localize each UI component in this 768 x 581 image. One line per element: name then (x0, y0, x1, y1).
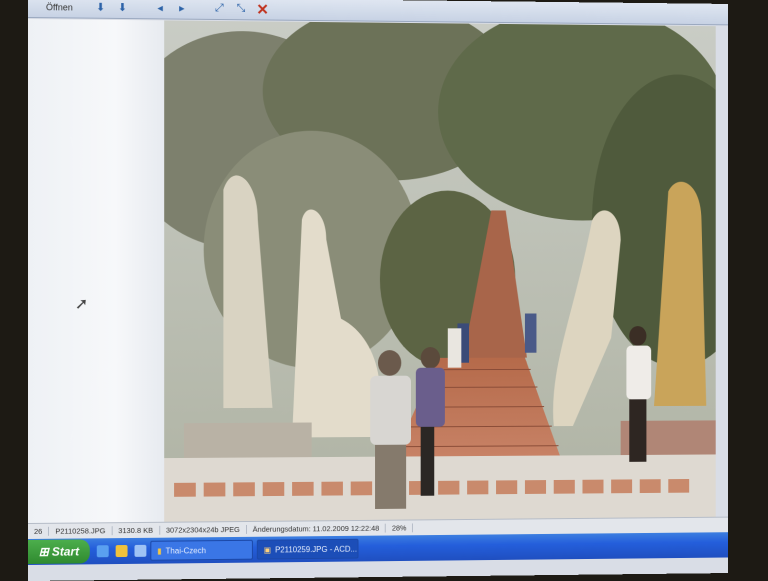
zoom-out-icon[interactable]: ⤡ (233, 2, 249, 16)
taskbar: ⊞ Start ▮ Thai-Czech ▣ P2110259.JPG - AC… (28, 532, 728, 565)
task-label: Thai-Czech (166, 546, 206, 555)
taskbar-item-acdsee[interactable]: ▣ P2110259.JPG - ACD... (257, 539, 359, 560)
desktop-quicklaunch-icon[interactable] (134, 545, 146, 557)
left-panel: ➚ (28, 19, 174, 539)
status-filename: P2110258.JPG (49, 526, 112, 536)
status-filesize: 3130.8 KB (112, 526, 160, 535)
prev-icon[interactable]: ◂ (152, 1, 168, 15)
close-icon[interactable]: ✕ (255, 2, 271, 16)
folder-icon: ▮ (157, 546, 161, 555)
status-modified-date: Änderungsdatum: 11.02.2009 12:22:48 (247, 524, 386, 534)
folder-quicklaunch-icon[interactable] (116, 545, 128, 557)
start-label: Start (52, 544, 79, 558)
start-button[interactable]: ⊞ Start (28, 539, 90, 564)
save-icon[interactable]: ⬇ (93, 0, 109, 14)
windows-flag-icon: ⊞ (39, 545, 49, 559)
status-index: 26 (28, 527, 49, 536)
save-as-icon[interactable]: ⬇ (115, 0, 131, 14)
status-zoom: 28% (386, 523, 413, 532)
taskbar-item-folder[interactable]: ▮ Thai-Czech (150, 540, 253, 561)
photo-temple-staircase (164, 20, 716, 537)
projected-screen: Öffnen ⬇ ⬇ ◂ ▸ ⤢ ⤡ ✕ ➚ (28, 0, 728, 581)
task-label: P2110259.JPG - ACD... (275, 544, 357, 554)
zoom-in-icon[interactable]: ⤢ (211, 2, 227, 16)
image-viewer-icon: ▣ (264, 545, 271, 554)
mouse-pointer-icon: ➚ (75, 294, 88, 314)
open-menu[interactable]: Öffnen (46, 2, 73, 12)
ie-quicklaunch-icon[interactable] (97, 545, 109, 557)
status-dimensions: 3072x2304x24b JPEG (160, 525, 247, 535)
image-viewer[interactable] (164, 20, 716, 537)
next-icon[interactable]: ▸ (174, 1, 190, 15)
